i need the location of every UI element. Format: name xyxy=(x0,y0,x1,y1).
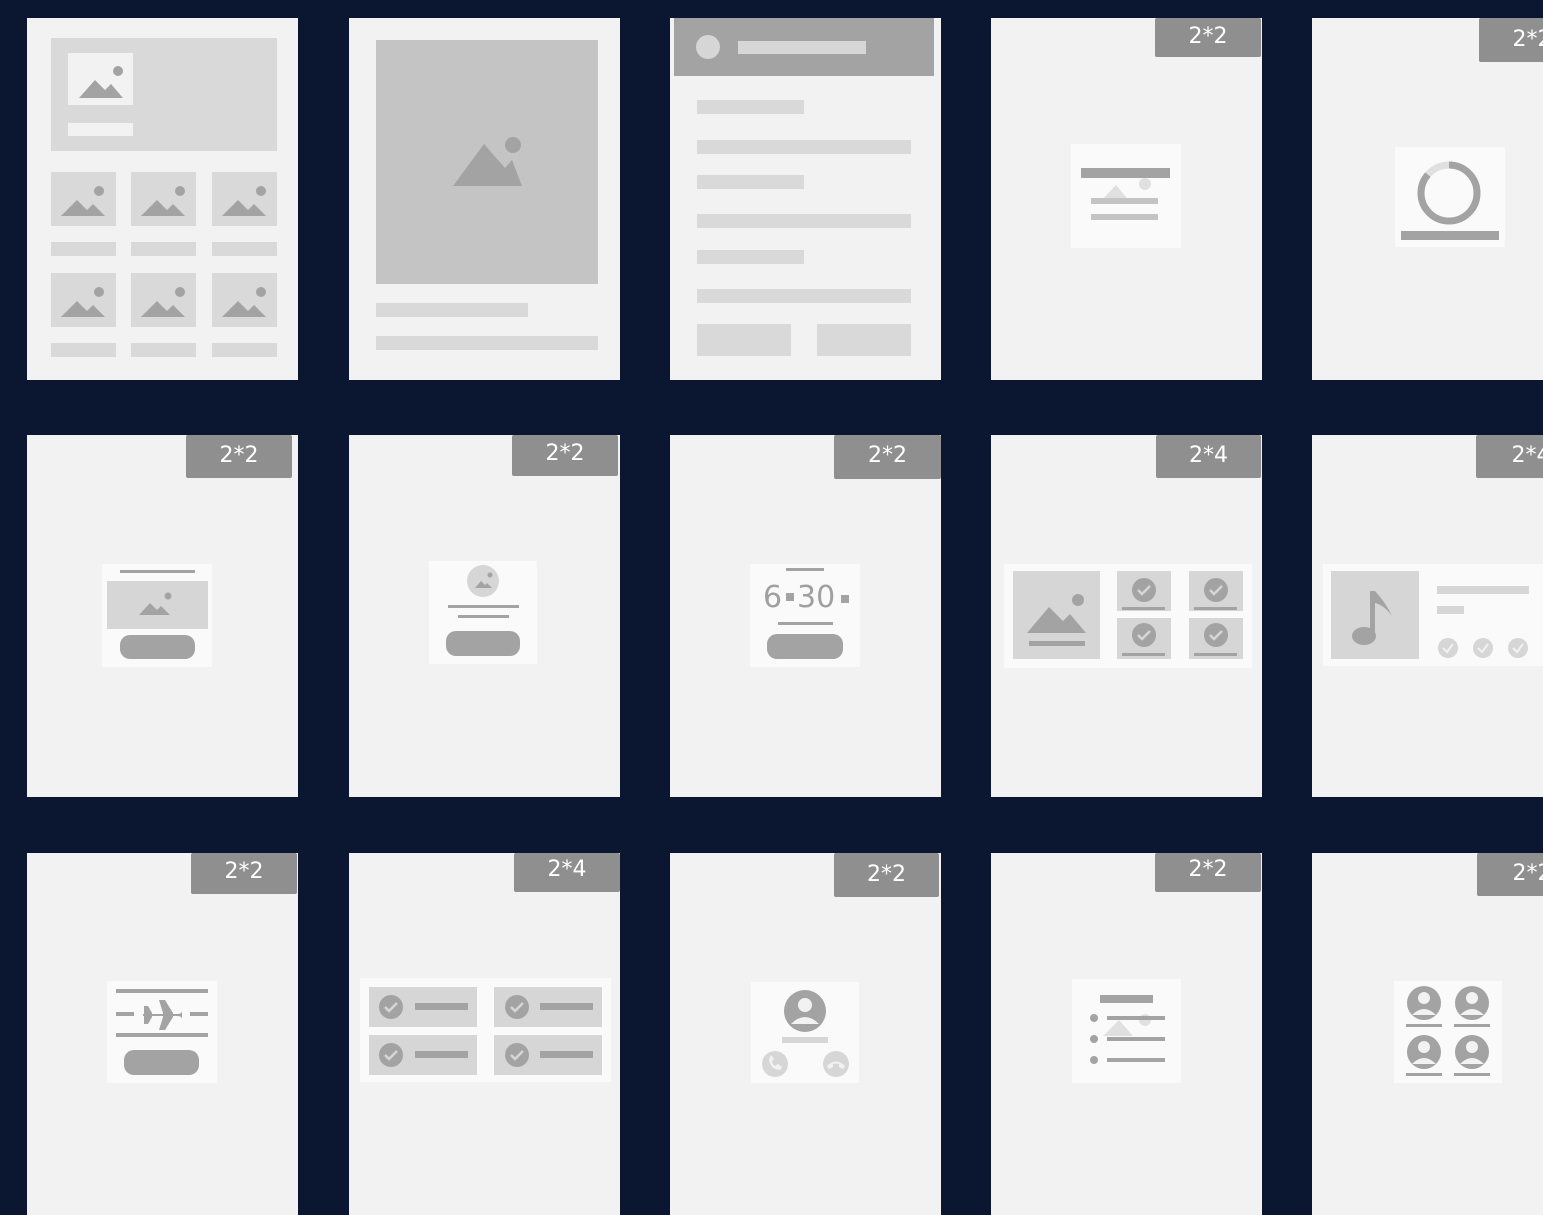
alarm-minute: 30 xyxy=(797,580,835,615)
template-card-contacts-grid-widget[interactable]: 2*2 xyxy=(1312,853,1543,1215)
size-badge: 2*2 xyxy=(186,435,292,478)
template-card-flight-widget[interactable]: 2*2 xyxy=(27,853,298,1215)
size-badge: 2*2 xyxy=(1479,18,1543,62)
photo-checklist-illustration xyxy=(1004,564,1252,668)
template-card-incoming-call-widget[interactable]: 2*2 xyxy=(670,853,941,1215)
template-card-bullet-list-widget[interactable]: 2*2 xyxy=(991,853,1262,1215)
avatar-card-illustration xyxy=(429,561,537,664)
ring-progress-illustration xyxy=(1395,147,1505,247)
size-badge: 2*4 xyxy=(1476,435,1543,478)
alarm-illustration: 6 30 xyxy=(750,564,860,667)
template-card-image-post[interactable] xyxy=(349,18,620,380)
template-card-ring-progress-widget[interactable]: 2*2 xyxy=(1312,18,1543,380)
template-card-form-list[interactable] xyxy=(670,18,941,380)
music-player-illustration xyxy=(1323,564,1543,666)
size-badge: 2*4 xyxy=(514,853,620,892)
size-badge: 2*2 xyxy=(1477,853,1543,896)
image-card-illustration xyxy=(102,564,212,667)
gallery-grid-illustration xyxy=(51,38,277,357)
size-badge: 2*4 xyxy=(1156,435,1261,478)
incoming-call-illustration xyxy=(751,982,859,1083)
alarm-hour: 6 xyxy=(763,580,782,615)
news-widget-illustration xyxy=(1071,144,1181,248)
size-badge: 2*2 xyxy=(191,853,297,894)
template-card-photo-checklist-widget[interactable]: 2*4 xyxy=(991,435,1262,797)
size-badge: 2*2 xyxy=(834,853,939,897)
contacts-grid-illustration xyxy=(1394,981,1502,1083)
template-card-music-player-widget[interactable]: 2*4 xyxy=(1312,435,1543,797)
template-card-gallery-grid[interactable] xyxy=(27,18,298,380)
image-post-illustration xyxy=(376,40,598,350)
flight-illustration xyxy=(107,981,217,1083)
template-card-news-widget[interactable]: 2*2 xyxy=(991,18,1262,380)
template-card-avatar-card-widget[interactable]: 2*2 xyxy=(349,435,620,797)
size-badge: 2*2 xyxy=(1155,18,1261,57)
form-list-illustration xyxy=(674,18,934,356)
size-badge: 2*2 xyxy=(1155,853,1261,892)
template-card-alarm-widget[interactable]: 6 30 2*2 xyxy=(670,435,941,797)
size-badge: 2*2 xyxy=(512,435,618,476)
template-card-todo-grid-widget[interactable]: 2*4 xyxy=(349,853,620,1215)
todo-grid-illustration xyxy=(360,978,611,1082)
size-badge: 2*2 xyxy=(834,435,941,479)
bullet-list-illustration xyxy=(1072,979,1181,1083)
template-card-image-card-widget[interactable]: 2*2 xyxy=(27,435,298,797)
